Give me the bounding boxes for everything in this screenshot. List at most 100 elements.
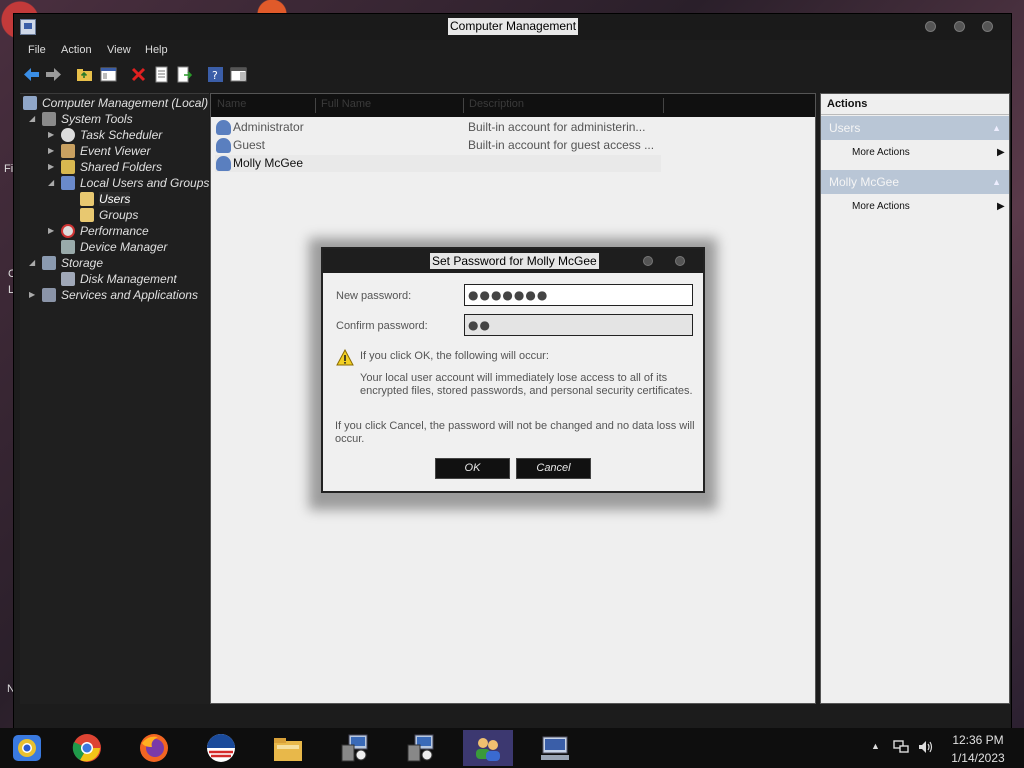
maximize-button[interactable] — [954, 21, 965, 32]
menu-help[interactable]: Help — [145, 44, 168, 56]
column-header-name[interactable]: Name — [217, 98, 246, 110]
show-hidden-icons-icon[interactable]: ▲ — [871, 741, 880, 751]
tree-item-disk-management[interactable]: Disk Management — [61, 271, 177, 287]
expand-arrow-icon[interactable]: ▶ — [48, 127, 58, 143]
tree-item-event-viewer[interactable]: ▶ Event Viewer — [48, 143, 150, 159]
collapse-arrow-icon[interactable]: ◢ — [48, 175, 58, 191]
tree-item-users[interactable]: Users — [80, 191, 131, 207]
dialog-close-button[interactable] — [675, 256, 685, 266]
delete-icon[interactable] — [130, 66, 147, 83]
menu-file[interactable]: File — [28, 44, 46, 56]
column-divider[interactable] — [663, 98, 664, 113]
export-list-icon[interactable] — [176, 66, 193, 83]
confirm-password-field[interactable]: ●● — [464, 314, 693, 336]
users-group-icon — [61, 176, 75, 190]
table-row-guest[interactable]: Guest Built-in account for guest access … — [215, 137, 661, 154]
tree-item-storage[interactable]: ◢ Storage — [29, 255, 103, 271]
user-description: Built-in account for administerin... — [468, 120, 646, 134]
tree-item-system-tools[interactable]: ◢ System Tools — [29, 111, 133, 127]
console-tree: Computer Management (Local) ◢ System Too… — [20, 93, 209, 704]
actions-title: Actions — [827, 98, 868, 110]
device-manager-icon — [61, 240, 75, 254]
new-password-field[interactable]: ●●●●●●● — [464, 284, 693, 306]
taskbar-obama-logo[interactable] — [196, 730, 246, 766]
volume-icon[interactable] — [917, 739, 933, 755]
user-name: Guest — [233, 138, 266, 152]
up-folder-icon[interactable] — [76, 66, 93, 83]
actions-section-molly-mcgee[interactable]: Molly McGee ▲ — [821, 170, 1009, 194]
user-name: Administrator — [233, 120, 304, 134]
tree-item-computer-management[interactable]: Computer Management (Local) — [23, 95, 208, 111]
warning-body: Your local user account will immediately… — [360, 372, 693, 397]
actions-section-users[interactable]: Users ▲ — [821, 116, 1009, 140]
status-bar — [14, 704, 1011, 729]
tree-item-task-scheduler[interactable]: ▶ Task Scheduler — [48, 127, 162, 143]
taskbar-user-accounts[interactable] — [463, 730, 513, 766]
clock-icon — [61, 128, 75, 142]
close-button[interactable] — [982, 21, 993, 32]
expand-arrow-icon[interactable]: ▶ — [29, 287, 39, 303]
collapse-arrow-icon[interactable]: ◢ — [29, 111, 39, 127]
clock-time[interactable]: 12:36 PM — [940, 733, 1016, 747]
minimize-button[interactable] — [925, 21, 936, 32]
properties-icon[interactable] — [153, 66, 170, 83]
tree-item-groups[interactable]: Groups — [80, 207, 138, 223]
column-header-description[interactable]: Description — [469, 98, 524, 110]
show-hide-console-tree-icon[interactable] — [100, 66, 117, 83]
tree-item-shared-folders[interactable]: ▶ Shared Folders — [48, 159, 162, 175]
back-arrow-icon[interactable] — [23, 66, 40, 83]
chrome-icon — [72, 734, 101, 762]
column-divider[interactable] — [315, 98, 316, 113]
menu-view[interactable]: View — [107, 44, 131, 56]
help-icon[interactable]: ? — [207, 66, 224, 83]
column-header-full-name[interactable]: Full Name — [321, 98, 371, 110]
taskbar-network-tool-2[interactable] — [396, 730, 446, 766]
tree-item-performance[interactable]: ▶ Performance — [48, 223, 149, 239]
tree-item-device-manager[interactable]: Device Manager — [61, 239, 167, 255]
action-more-actions-molly[interactable]: More Actions ▶ — [852, 201, 1005, 212]
user-icon — [216, 138, 231, 153]
show-hide-action-pane-icon[interactable] — [230, 66, 247, 83]
collapse-caret-icon[interactable]: ▲ — [992, 170, 1001, 194]
window-titlebar[interactable]: Computer Management — [14, 14, 1011, 40]
collapse-caret-icon[interactable]: ▲ — [992, 116, 1001, 140]
network-icon[interactable] — [893, 739, 909, 755]
tree-item-services-applications[interactable]: ▶ Services and Applications — [29, 287, 198, 303]
taskbar-chromium[interactable] — [2, 730, 52, 766]
folder-icon — [80, 208, 94, 222]
tree-item-local-users-groups[interactable]: ◢ Local Users and Groups — [48, 175, 209, 191]
column-divider[interactable] — [463, 98, 464, 113]
computer-management-icon — [20, 19, 36, 35]
tools-icon — [42, 112, 56, 126]
table-row-administrator[interactable]: Administrator Built-in account for admin… — [215, 119, 661, 136]
menu-bar: File Action View Help — [14, 40, 1011, 60]
taskbar-network-tool[interactable] — [330, 730, 380, 766]
collapse-arrow-icon[interactable]: ◢ — [29, 255, 39, 271]
confirm-password-label: Confirm password: — [336, 320, 428, 332]
help-button[interactable] — [643, 256, 653, 266]
obama-logo-icon — [207, 734, 235, 762]
dialog-titlebar[interactable]: Set Password for Molly McGee — [323, 249, 703, 273]
taskbar-firefox[interactable] — [129, 730, 179, 766]
storage-icon — [42, 256, 56, 270]
user-accounts-icon — [476, 738, 500, 761]
clock-date[interactable]: 1/14/2023 — [940, 751, 1016, 765]
submenu-arrow-icon: ▶ — [997, 201, 1005, 212]
menu-action[interactable]: Action — [61, 44, 92, 56]
expand-arrow-icon[interactable]: ▶ — [48, 223, 58, 239]
taskbar-chrome[interactable] — [62, 730, 112, 766]
forward-arrow-icon[interactable] — [45, 66, 62, 83]
expand-arrow-icon[interactable]: ▶ — [48, 159, 58, 175]
desktop-text-fragment: Fi — [4, 163, 14, 175]
taskbar-computer-management[interactable] — [530, 730, 580, 766]
cancel-button[interactable]: Cancel — [516, 458, 591, 479]
taskbar-file-explorer[interactable] — [263, 730, 313, 766]
ok-button[interactable]: OK — [435, 458, 510, 479]
action-more-actions-users[interactable]: More Actions ▶ — [852, 147, 1005, 158]
set-password-dialog: Set Password for Molly McGee New passwor… — [321, 247, 705, 493]
table-row-molly-mcgee[interactable]: Molly McGee — [215, 155, 661, 172]
svg-text:?: ? — [212, 69, 218, 82]
chromium-icon — [13, 735, 41, 761]
divider — [821, 114, 1009, 115]
expand-arrow-icon[interactable]: ▶ — [48, 143, 58, 159]
